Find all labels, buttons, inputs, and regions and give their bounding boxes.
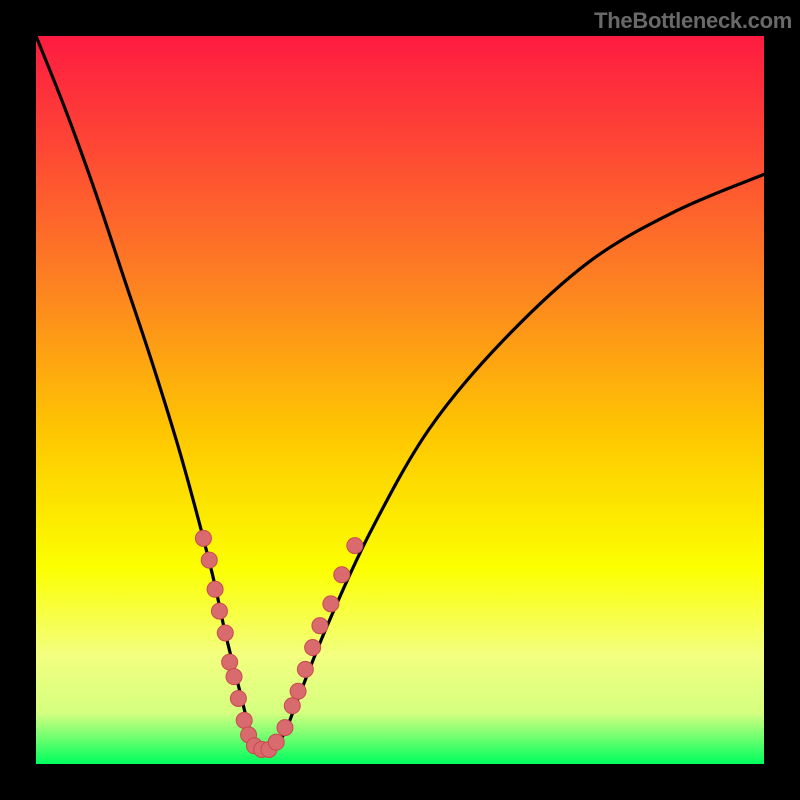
data-marker (297, 661, 313, 677)
data-marker (347, 538, 363, 554)
data-marker (268, 734, 284, 750)
data-marker (195, 530, 211, 546)
data-marker (230, 690, 246, 706)
data-markers (195, 530, 362, 757)
data-marker (334, 567, 350, 583)
data-marker (323, 596, 339, 612)
data-marker (305, 640, 321, 656)
chart-stage: { "watermark": "TheBottleneck.com", "col… (0, 0, 800, 800)
data-marker (207, 581, 223, 597)
data-marker (312, 618, 328, 634)
data-marker (226, 669, 242, 685)
data-marker (284, 698, 300, 714)
chart-overlay (36, 36, 764, 764)
data-marker (211, 603, 227, 619)
data-marker (290, 683, 306, 699)
data-marker (277, 720, 293, 736)
watermark-text: TheBottleneck.com (594, 8, 792, 34)
data-marker (217, 625, 233, 641)
data-marker (201, 552, 217, 568)
bottleneck-curve (36, 36, 764, 751)
data-marker (236, 712, 252, 728)
data-marker (222, 654, 238, 670)
